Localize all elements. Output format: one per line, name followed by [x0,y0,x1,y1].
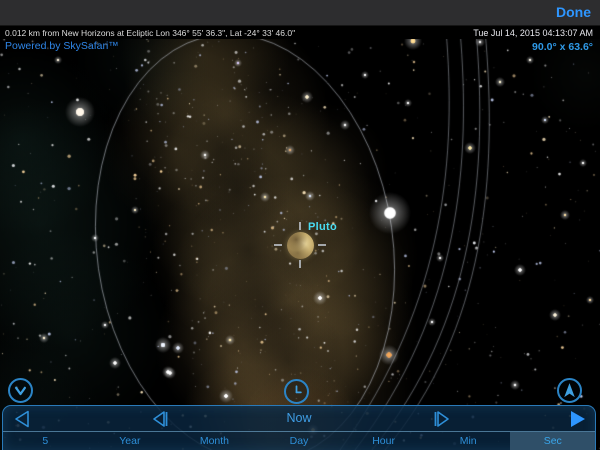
object-label: Pluto [308,221,337,233]
step-forward-button[interactable] [431,409,453,434]
done-button[interactable]: Done [556,4,591,20]
unit-min[interactable]: Min [426,432,511,450]
time-flow-button[interactable] [284,379,309,404]
play-forward-button[interactable] [568,409,587,434]
crosshair-right-tick [318,244,326,246]
now-button[interactable]: Now [3,411,595,425]
unit-year[interactable]: Year [88,432,173,450]
crosshair-left-tick [274,244,282,246]
pluto-disc[interactable] [287,232,314,259]
time-unit-row: 5 Year Month Day Hour Min Sec [3,432,595,450]
scope-down-button[interactable] [8,378,33,403]
position-status-text: 0.012 km from New Horizons at Ecliptic L… [5,28,295,38]
unit-month[interactable]: Month [172,432,257,450]
time-controls-row: Now [3,406,595,431]
title-bar: Done [0,0,600,26]
fov-display: 90.0° x 63.6° [532,41,593,53]
compass-north-button[interactable] [557,378,582,403]
unit-hour[interactable]: Hour [341,432,426,450]
unit-sec[interactable]: Sec [510,432,595,450]
crosshair-top-tick [299,222,301,230]
crosshair-bottom-tick [299,260,301,268]
datetime-display: Tue Jul 14, 2015 04:13:07 AM [473,28,593,38]
unit-day[interactable]: Day [257,432,342,450]
time-toolbar: Now 5 Year Month Day Hour Min Sec [2,405,596,450]
rate-value[interactable]: 5 [3,432,88,450]
skysafari-app: Pluto Done 0.012 km from New Horizons at… [0,0,600,450]
powered-by-link[interactable]: Powered by SkySafari™ [5,40,119,52]
